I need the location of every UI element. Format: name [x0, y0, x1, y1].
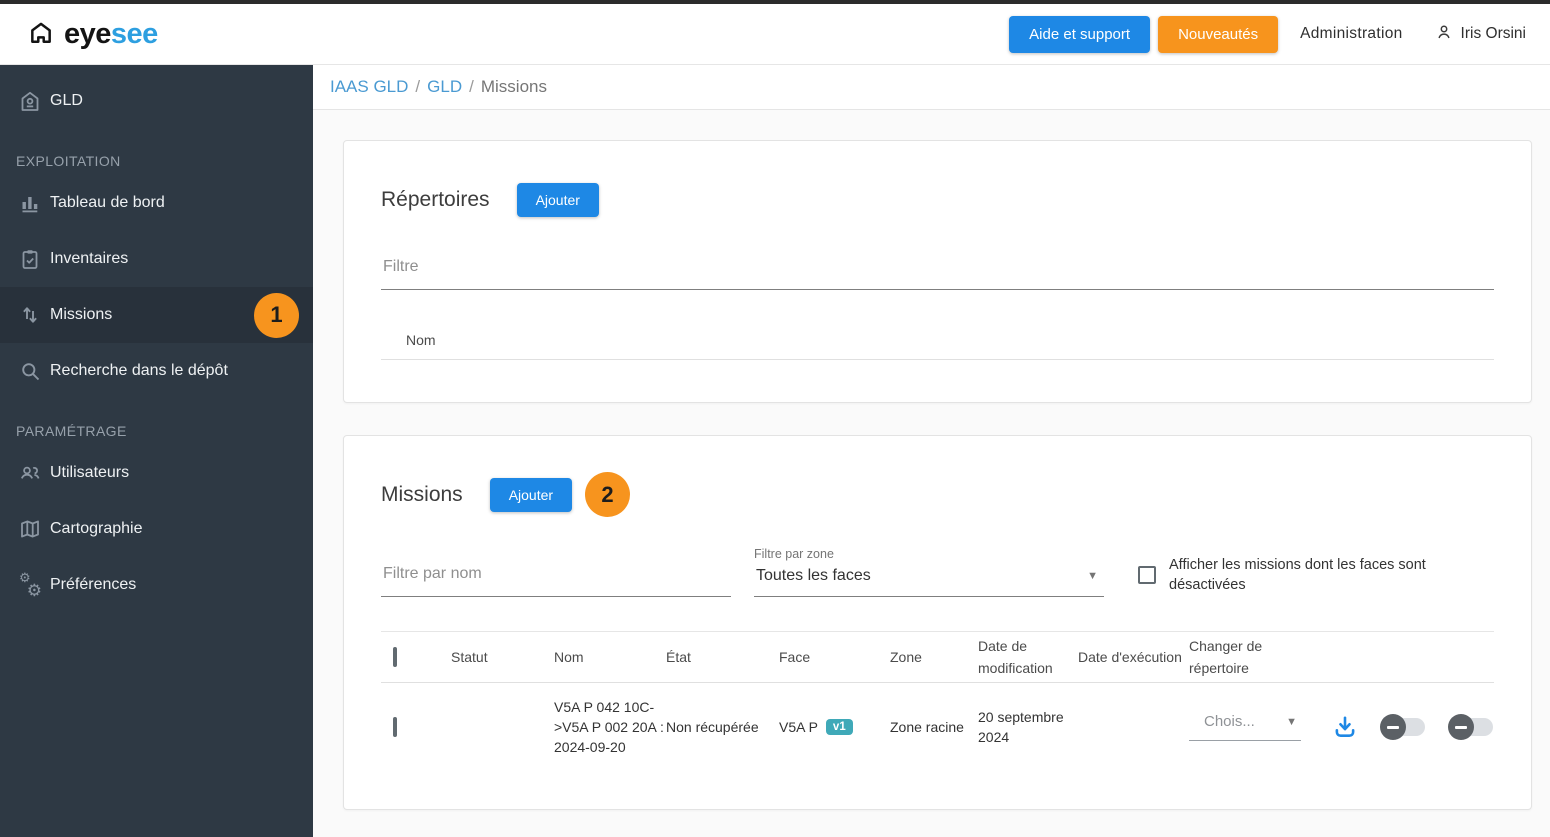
sidebar-item-label: GLD	[50, 92, 83, 110]
sidebar-item-label: Utilisateurs	[50, 464, 129, 482]
sidebar-item-tableau-de-bord[interactable]: Tableau de bord	[0, 175, 313, 231]
top-header: eyesee Aide et support Nouveautés Admini…	[0, 4, 1550, 65]
col-etat: État	[666, 649, 691, 665]
repertoires-add-button[interactable]: Ajouter	[517, 183, 599, 217]
sidebar-section-exploitation: EXPLOITATION	[0, 129, 313, 175]
col-face: Face	[779, 649, 810, 665]
logo-house-icon	[28, 19, 54, 50]
col-changer-repertoire: Changer de répertoire	[1189, 638, 1262, 676]
administration-link[interactable]: Administration	[1300, 25, 1402, 43]
step-badge-2: 2	[585, 472, 630, 517]
logo-text-dark: eye	[64, 18, 111, 50]
missions-title: Missions	[381, 483, 463, 507]
breadcrumb-current: Missions	[481, 77, 547, 97]
breadcrumb-link-gld[interactable]: GLD	[427, 77, 462, 97]
chevron-down-icon: ▼	[1087, 570, 1098, 582]
cell-zone: Zone racine	[890, 719, 964, 735]
missions-add-button[interactable]: Ajouter	[490, 478, 572, 512]
clipboard-check-icon	[18, 247, 42, 271]
repertoires-filter-input[interactable]	[381, 248, 1494, 290]
cell-etat: Non récupérée	[666, 719, 759, 735]
sidebar-item-gld[interactable]: GLD	[0, 73, 313, 129]
user-name: Iris Orsini	[1461, 25, 1526, 43]
breadcrumb-separator: /	[415, 77, 420, 97]
col-date-execution: Date d'exécution	[1078, 649, 1182, 665]
home-user-icon	[18, 89, 42, 113]
swap-vertical-icon	[18, 303, 42, 327]
toggle-disable-2[interactable]	[1448, 714, 1494, 740]
sidebar: GLD EXPLOITATION Tableau de bord	[0, 65, 313, 837]
chevron-down-icon: ▼	[1286, 716, 1297, 728]
sidebar-item-label: Tableau de bord	[50, 194, 165, 212]
sidebar-item-utilisateurs[interactable]: Utilisateurs	[0, 445, 313, 501]
sidebar-item-recherche-depot[interactable]: Recherche dans le dépôt	[0, 343, 313, 399]
main-area: IAAS GLD / GLD / Missions Répertoires Aj…	[313, 65, 1550, 837]
bar-chart-icon	[18, 191, 42, 215]
breadcrumb-separator: /	[469, 77, 474, 97]
toggle-disable-1[interactable]	[1380, 714, 1426, 740]
row-checkbox[interactable]	[393, 717, 397, 737]
gears-icon: ⚙⚙	[18, 573, 42, 597]
show-disabled-checkbox[interactable]	[1138, 566, 1156, 584]
col-date-modification: Date de modification	[978, 638, 1053, 676]
sidebar-item-label: Cartographie	[50, 520, 143, 538]
cell-date-modification: 20 septembre 2024	[978, 709, 1064, 745]
sidebar-item-label: Missions	[50, 306, 112, 324]
cell-face: V5A P	[779, 719, 818, 735]
table-row: V5A P 042 10C->V5A P 002 20A : 2024-09-2…	[381, 683, 1494, 771]
repertoires-card: Répertoires Ajouter Nom	[343, 140, 1532, 403]
select-all-checkbox[interactable]	[393, 647, 397, 667]
users-icon	[18, 461, 42, 485]
logo-text-accent: see	[111, 18, 158, 50]
missions-card: Missions Ajouter 2 Filtre par zone Toute…	[343, 435, 1532, 810]
face-version-badge: v1	[826, 719, 853, 735]
sidebar-item-missions[interactable]: Missions 1	[0, 287, 313, 343]
zone-filter-label: Filtre par zone	[754, 547, 1104, 561]
zone-filter-value: Toutes les faces	[756, 567, 871, 585]
breadcrumb-link-iaas-gld[interactable]: IAAS GLD	[330, 77, 408, 97]
sidebar-item-label: Préférences	[50, 576, 136, 594]
download-icon[interactable]	[1332, 714, 1358, 740]
col-zone: Zone	[890, 649, 922, 665]
missions-filter-name-input[interactable]	[381, 555, 731, 597]
sidebar-item-inventaires[interactable]: Inventaires	[0, 231, 313, 287]
sidebar-section-parametrage: PARAMÉTRAGE	[0, 399, 313, 445]
step-badge-1: 1	[254, 293, 299, 338]
show-disabled-label: Afficher les missions dont les faces son…	[1169, 555, 1451, 595]
app-logo[interactable]: eyesee	[28, 18, 158, 51]
col-nom: Nom	[554, 649, 584, 665]
user-icon	[1435, 23, 1453, 46]
minus-icon	[1380, 714, 1406, 740]
news-button[interactable]: Nouveautés	[1158, 16, 1278, 53]
breadcrumb: IAAS GLD / GLD / Missions	[313, 65, 1550, 110]
minus-icon	[1448, 714, 1474, 740]
search-icon	[18, 359, 42, 383]
sidebar-item-cartographie[interactable]: Cartographie	[0, 501, 313, 557]
cell-nom: V5A P 042 10C->V5A P 002 20A : 2024-09-2…	[554, 699, 664, 755]
sidebar-item-label: Inventaires	[50, 250, 128, 268]
change-directory-value: Chois...	[1204, 713, 1255, 730]
user-menu[interactable]: Iris Orsini	[1435, 23, 1536, 46]
help-support-button[interactable]: Aide et support	[1009, 16, 1150, 53]
sidebar-item-preferences[interactable]: ⚙⚙ Préférences	[0, 557, 313, 613]
repertoires-title: Répertoires	[381, 188, 490, 212]
missions-table: Statut Nom État Face Zone Date de modifi…	[381, 631, 1494, 771]
repertoires-column-nom: Nom	[381, 320, 1494, 360]
map-icon	[18, 517, 42, 541]
missions-table-header: Statut Nom État Face Zone Date de modifi…	[381, 631, 1494, 683]
col-statut: Statut	[451, 649, 488, 665]
zone-filter-select[interactable]: Toutes les faces ▼	[754, 561, 1104, 597]
sidebar-item-label: Recherche dans le dépôt	[50, 362, 228, 380]
change-directory-select[interactable]: Chois... ▼	[1189, 713, 1301, 741]
header-actions: Aide et support Nouveautés Administratio…	[1009, 16, 1536, 53]
